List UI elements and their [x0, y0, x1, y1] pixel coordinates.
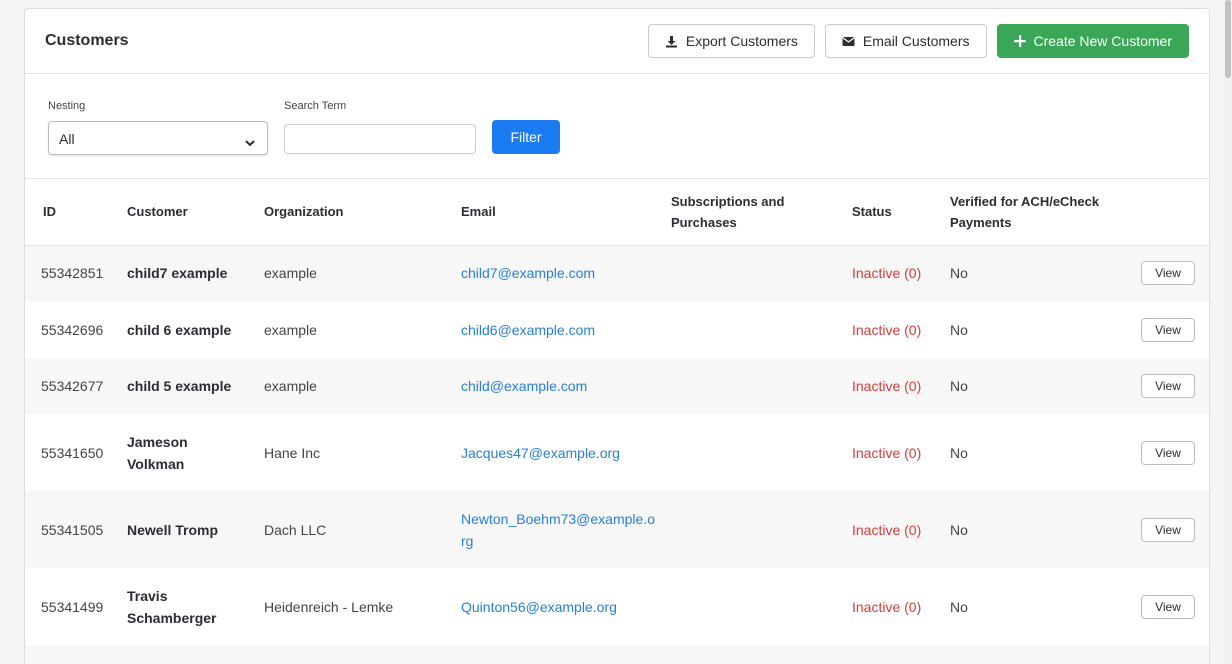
cell-email-link[interactable]: Newton_Boehm73@example.org	[453, 491, 663, 568]
email-customers-button[interactable]: Email Customers	[824, 24, 987, 58]
column-header-actions	[1132, 179, 1209, 246]
customers-table: ID Customer Organization Email Subscript…	[25, 179, 1209, 664]
cell-customer: child 6 example	[127, 321, 232, 338]
cell-customer: Jameson Volkman	[127, 433, 188, 472]
table-row: 55342851 child7 example example child7@e…	[25, 245, 1209, 301]
header-actions: Export Customers Email Customers Create …	[647, 24, 1189, 58]
create-new-customer-button[interactable]: Create New Customer	[996, 24, 1189, 58]
view-button[interactable]: View	[1141, 440, 1195, 465]
cell-status: Inactive (0)	[844, 358, 942, 414]
view-button[interactable]: View	[1141, 261, 1195, 286]
cell-customer: child 5 example	[119, 358, 256, 414]
table-row: 55342677 child 5 example example child@e…	[25, 358, 1209, 414]
column-header-subscriptions[interactable]: Subscriptions and Purchases	[663, 179, 844, 246]
column-header-organization[interactable]: Organization	[256, 179, 453, 246]
cell-subscriptions	[663, 568, 844, 645]
cell-subscriptions	[663, 301, 844, 358]
view-button[interactable]: View	[1141, 317, 1195, 342]
cell-organization: example	[256, 358, 453, 414]
view-button[interactable]: View	[1141, 374, 1195, 398]
table-row	[25, 645, 1209, 664]
cell-verified: No	[942, 491, 1132, 568]
cell-actions: View	[1132, 301, 1209, 358]
cell-customer: Travis Schamberger	[127, 587, 217, 626]
page-title: Customers	[45, 32, 129, 49]
cell-status: Inactive (0)	[852, 598, 922, 615]
cell-subscriptions	[663, 491, 844, 568]
page-scrollbar[interactable]	[1224, 0, 1232, 664]
envelope-icon	[842, 36, 855, 47]
cell-customer: child7 example	[119, 245, 256, 301]
plus-icon	[1013, 35, 1026, 47]
filter-bar: Nesting All Search Term Filter	[25, 74, 1209, 179]
cell-id: 55342677	[25, 358, 119, 414]
cell-id: 55341505	[25, 491, 119, 568]
cell-email-link[interactable]: child6@example.com	[453, 301, 663, 358]
chevron-down-icon	[245, 134, 255, 150]
cell-organization: Dach LLC	[256, 491, 453, 568]
cell-subscriptions	[663, 414, 844, 491]
nesting-select-value: All	[59, 131, 75, 147]
create-new-customer-label: Create New Customer	[1033, 33, 1173, 49]
view-button[interactable]: View	[1141, 594, 1195, 619]
table-row: 55342696 child 6 example example child6@…	[25, 301, 1209, 358]
nesting-label: Nesting	[48, 100, 86, 112]
cell-organization: example	[256, 245, 453, 301]
cell-verified: No	[950, 598, 968, 615]
cell-subscriptions	[663, 358, 844, 414]
search-term-input[interactable]	[284, 124, 476, 154]
cell-customer: Newell Tromp	[119, 491, 256, 568]
table-row: 55341505 Newell Tromp Dach LLC Newton_Bo…	[25, 491, 1209, 568]
cell-email-link[interactable]: child@example.com	[453, 358, 663, 414]
search-term-label: Search Term	[284, 100, 347, 112]
cell-actions: View	[1132, 491, 1209, 568]
cell-email-link[interactable]: Jacques47@example.org	[453, 414, 663, 491]
download-icon	[665, 35, 678, 48]
column-header-status[interactable]: Status	[844, 179, 942, 246]
cell-organization: Heidenreich - Lemke	[264, 598, 394, 615]
cell-email-link[interactable]: child7@example.com	[453, 245, 663, 301]
customers-card: Customers Export Customers Email Custome…	[24, 8, 1210, 664]
cell-actions: View	[1132, 414, 1209, 491]
cell-actions: View	[1132, 568, 1209, 645]
cell-actions: View	[1132, 245, 1209, 301]
cell-id: 55341499	[41, 598, 104, 615]
cell-organization: Hane Inc	[264, 444, 321, 461]
cell-id: 55341650	[41, 444, 104, 461]
column-header-verified[interactable]: Verified for ACH/eCheck Payments	[942, 179, 1132, 246]
cell-organization: example	[264, 321, 317, 338]
table-row: 55341650 Jameson Volkman Hane Inc Jacque…	[25, 414, 1209, 491]
column-header-id[interactable]: ID	[25, 179, 119, 246]
cell-status: Inactive (0)	[844, 491, 942, 568]
cell-status: Inactive (0)	[852, 321, 922, 338]
cell-actions: View	[1132, 358, 1209, 414]
cell-email-link[interactable]: Quinton56@example.org	[453, 568, 663, 645]
export-customers-button[interactable]: Export Customers	[647, 24, 815, 58]
cell-id: 55342851	[25, 245, 119, 301]
cell-verified: No	[950, 321, 968, 338]
cell-verified: No	[950, 444, 968, 461]
email-customers-label: Email Customers	[862, 33, 970, 49]
scrollbar-thumb[interactable]	[1225, 0, 1231, 78]
cell-subscriptions	[663, 245, 844, 301]
filter-button[interactable]: Filter	[492, 120, 560, 154]
cell-verified: No	[942, 358, 1132, 414]
nesting-select[interactable]: All	[48, 121, 268, 155]
cell-verified: No	[942, 245, 1132, 301]
cell-status: Inactive (0)	[852, 444, 922, 461]
export-customers-label: Export Customers	[685, 33, 798, 49]
table-row: 55341499 Travis Schamberger Heidenreich …	[25, 568, 1209, 645]
card-header: Customers Export Customers Email Custome…	[25, 9, 1209, 74]
cell-id: 55342696	[41, 321, 104, 338]
table-header-row: ID Customer Organization Email Subscript…	[25, 179, 1209, 246]
cell-status: Inactive (0)	[844, 245, 942, 301]
view-button[interactable]: View	[1141, 517, 1195, 542]
table-row-partial	[25, 645, 1209, 664]
column-header-customer[interactable]: Customer	[119, 179, 256, 246]
column-header-email[interactable]: Email	[453, 179, 663, 246]
